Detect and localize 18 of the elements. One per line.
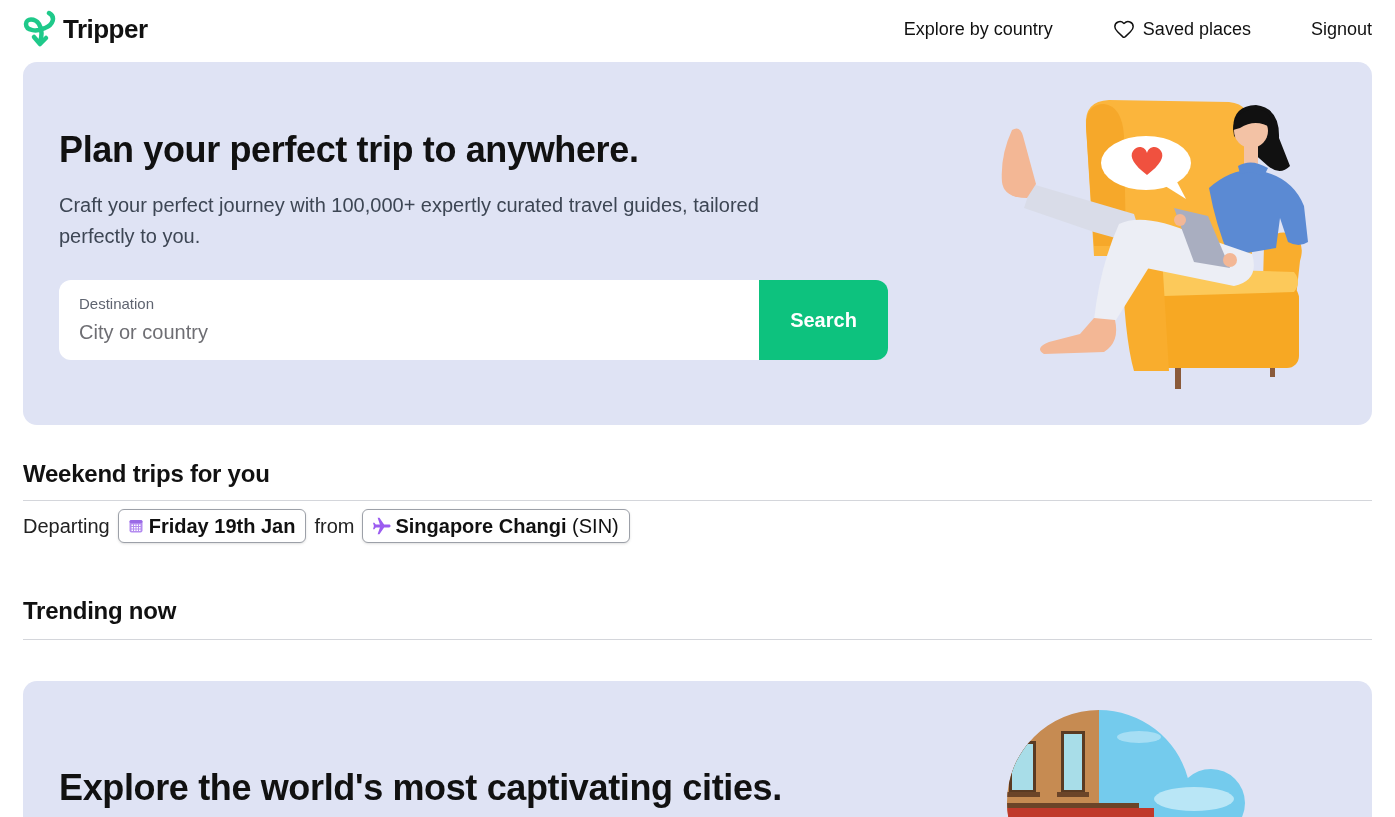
- departure-date-button[interactable]: Friday 19th Jan: [117, 509, 307, 543]
- nav-link[interactable]: Signout: [1310, 15, 1372, 43]
- calendar-icon: [128, 519, 143, 533]
- from-label: from: [314, 514, 355, 539]
- promo-title: Explore the world's most captivating cities.: [59, 766, 782, 810]
- departing-label: Departing: [23, 514, 110, 539]
- heart-icon: [1112, 18, 1135, 40]
- hero-title: Plan your perfect trip to anywhere.: [59, 127, 639, 172]
- departure-airport-button[interactable]: Singapore Changi (SIN): [362, 509, 630, 543]
- section-title: Weekend trips for you: [23, 459, 270, 489]
- field-label: Destination: [79, 293, 155, 314]
- hero-subtitle: Craft your perfect journey with 100,000+ expertly curated travel guides, tailored perfectly to you.: [59, 192, 760, 249]
- loop-arrow-logo-icon: [23, 10, 57, 48]
- section-title: Trending now: [23, 596, 177, 626]
- brand-name: Tripper: [63, 12, 148, 46]
- nav-link[interactable]: Explore by country: [903, 15, 1053, 43]
- airplane-icon: [373, 517, 392, 535]
- nav-link[interactable]: Saved places: [1112, 15, 1251, 43]
